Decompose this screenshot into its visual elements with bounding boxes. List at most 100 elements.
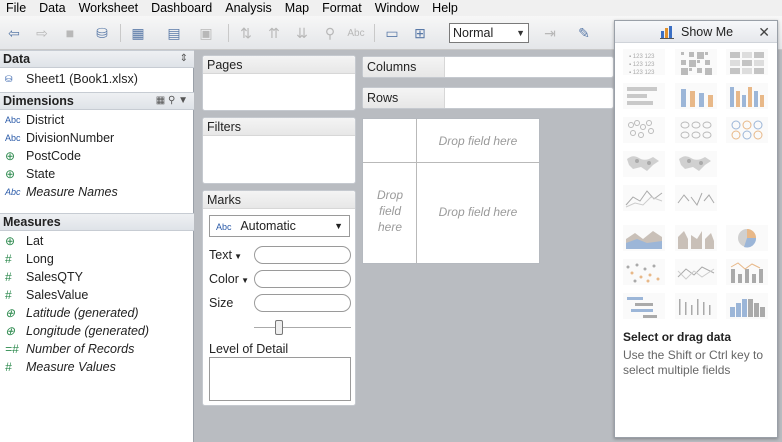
svg-text:▪ 123 123: ▪ 123 123 [629,54,655,60]
chart-type-side-by-side-circles-icon[interactable] [675,117,717,143]
duplicate-icon[interactable]: ▣ [196,24,216,42]
filters-shelf[interactable]: Filters [202,117,356,184]
menu-data[interactable]: Data [33,0,72,16]
menu-dashboard[interactable]: Dashboard [145,0,219,16]
menu-worksheet[interactable]: Worksheet [73,0,146,16]
connect-data-icon[interactable]: ⛁ [92,24,112,42]
measure-lat[interactable]: ⊕ Lat [0,232,194,250]
show-me-title: Show Me [681,25,734,39]
chart-type-lines-discrete-icon[interactable] [675,185,717,211]
save-icon[interactable]: ■ [60,24,80,42]
menu-window[interactable]: Window [369,0,426,16]
measure-measure-values[interactable]: # Measure Values [0,358,194,376]
menu-analysis[interactable]: Analysis [219,0,279,16]
group-icon[interactable]: ⚲ [320,24,340,42]
chart-type-dual-lines-icon[interactable] [675,259,717,285]
chart-type-area-continuous-icon[interactable] [623,225,665,251]
data-source-item[interactable]: ⛁ Sheet1 (Book1.xlsx) [0,70,194,88]
size-slider-track [254,327,351,328]
dimension-postcode[interactable]: ⊕ PostCode [0,147,194,165]
chart-type-pie-icon[interactable] [726,225,768,251]
field-label: State [26,167,56,181]
menu-map[interactable]: Map [279,0,316,16]
chart-type-histogram-side-icon[interactable] [675,293,717,319]
measure-long[interactable]: # Long [0,250,194,268]
chart-type-stacked-bars-icon[interactable] [675,83,717,109]
sort-asc-icon[interactable]: ⇈ [264,24,284,42]
chart-type-side-by-side-bars-icon[interactable] [726,83,768,109]
pane-menu-icon[interactable]: ⇕ [180,51,188,67]
presentation-icon[interactable]: ▭ [382,24,402,42]
chart-type-symbol-map-icon[interactable] [623,151,665,177]
show-me-header: Show Me ✕ [615,21,777,43]
mark-size-select[interactable]: Normal ▼ [449,23,529,43]
chart-type-circle-view-icon[interactable] [623,117,665,143]
color-drop-target[interactable] [254,270,351,288]
text-drop-target[interactable] [254,246,351,264]
fix-axes-icon[interactable]: ⇥ [540,24,560,42]
show-me-icon [660,26,674,39]
measure-salesqty[interactable]: # SalesQTY [0,268,194,286]
field-label: Measure Values [26,360,116,374]
view-canvas[interactable]: Drop field here Drop field here Drop fie… [362,118,540,264]
chart-type-histogram-icon[interactable] [726,293,768,319]
columns-shelf[interactable]: Columns [362,56,614,78]
chart-type-dual-combination-icon[interactable] [726,259,768,285]
chart-type-area-discrete-icon[interactable] [675,225,717,251]
size-drop-target[interactable] [254,294,351,312]
field-label: DivisionNumber [26,131,115,145]
chart-type-lines-continuous-icon[interactable] [623,185,665,211]
swap-icon[interactable]: ⇅ [236,24,256,42]
highlight-icon[interactable]: ✎ [574,24,594,42]
size-button[interactable]: Size [209,296,233,310]
field-label: Lat [26,234,44,248]
data-header: Data ⇕ [0,50,194,68]
measure-salesvalue[interactable]: # SalesValue [0,286,194,304]
dimension-measure-names[interactable]: Abc Measure Names [0,183,194,201]
menu-bar: File Data Worksheet Dashboard Analysis Map For… [0,0,782,16]
text-button[interactable]: Text ▼ [209,248,242,262]
menu-format[interactable]: Format [316,0,369,16]
fit-icon[interactable]: ⊞ [410,24,430,42]
database-icon: ⛁ [5,74,13,84]
rows-drop-zone[interactable]: Drop field here [369,187,411,235]
chart-type-horizontal-bars-icon[interactable] [623,83,665,109]
measure-longitude-generated[interactable]: ⊕ Longitude (generated) [0,322,194,340]
chart-type-text-table-icon[interactable]: ▪ 123 123 ▪ 123 123 ▪ 123 123 [623,49,665,75]
new-dashboard-icon[interactable]: ▤ [164,24,184,42]
color-button[interactable]: Color ▼ [209,272,249,286]
chart-type-highlight-table-icon[interactable] [726,49,768,75]
chart-type-heat-map-icon[interactable] [675,49,717,75]
measure-number-of-records[interactable]: =# Number of Records [0,340,194,358]
close-icon[interactable]: ✕ [758,21,770,43]
chart-type-filled-map-icon[interactable] [675,151,717,177]
chart-type-gantt-icon[interactable] [623,293,665,319]
dimension-state[interactable]: ⊕ State [0,165,194,183]
mark-type-select[interactable]: Abc Automatic ▼ [209,215,350,237]
forward-icon[interactable]: ⇨ [32,24,52,42]
pages-shelf[interactable]: Pages [202,55,356,111]
measures-header: Measures [0,213,194,231]
dimension-tools-icon[interactable]: ▦ ⚲ ▼ [156,93,188,109]
label-icon[interactable]: Abc [346,24,366,42]
globe-icon: ⊕ [5,167,16,181]
dimension-district[interactable]: Abc District [0,111,194,129]
new-worksheet-icon[interactable]: ▦ [128,24,148,42]
level-of-detail-label: Level of Detail [209,342,289,356]
rows-shelf[interactable]: Rows [362,87,614,109]
view-drop-zone[interactable]: Drop field here [419,205,537,219]
back-icon[interactable]: ⇦ [4,24,24,42]
field-label: Number of Records [26,342,135,356]
menu-help[interactable]: Help [426,0,465,16]
string-type-icon: Abc [5,115,21,125]
columns-drop-zone[interactable]: Drop field here [419,134,537,148]
sort-desc-icon[interactable]: ⇊ [292,24,312,42]
measure-latitude-generated[interactable]: ⊕ Latitude (generated) [0,304,194,322]
level-of-detail-drop-target[interactable] [209,357,351,401]
menu-file[interactable]: File [0,0,33,16]
dimension-divisionnumber[interactable]: Abc DivisionNumber [0,129,194,147]
field-label: SalesValue [26,288,89,302]
size-slider-thumb[interactable] [275,320,283,335]
chart-type-scatter-icon[interactable] [623,259,665,285]
chart-type-packed-circles-icon[interactable] [726,117,768,143]
